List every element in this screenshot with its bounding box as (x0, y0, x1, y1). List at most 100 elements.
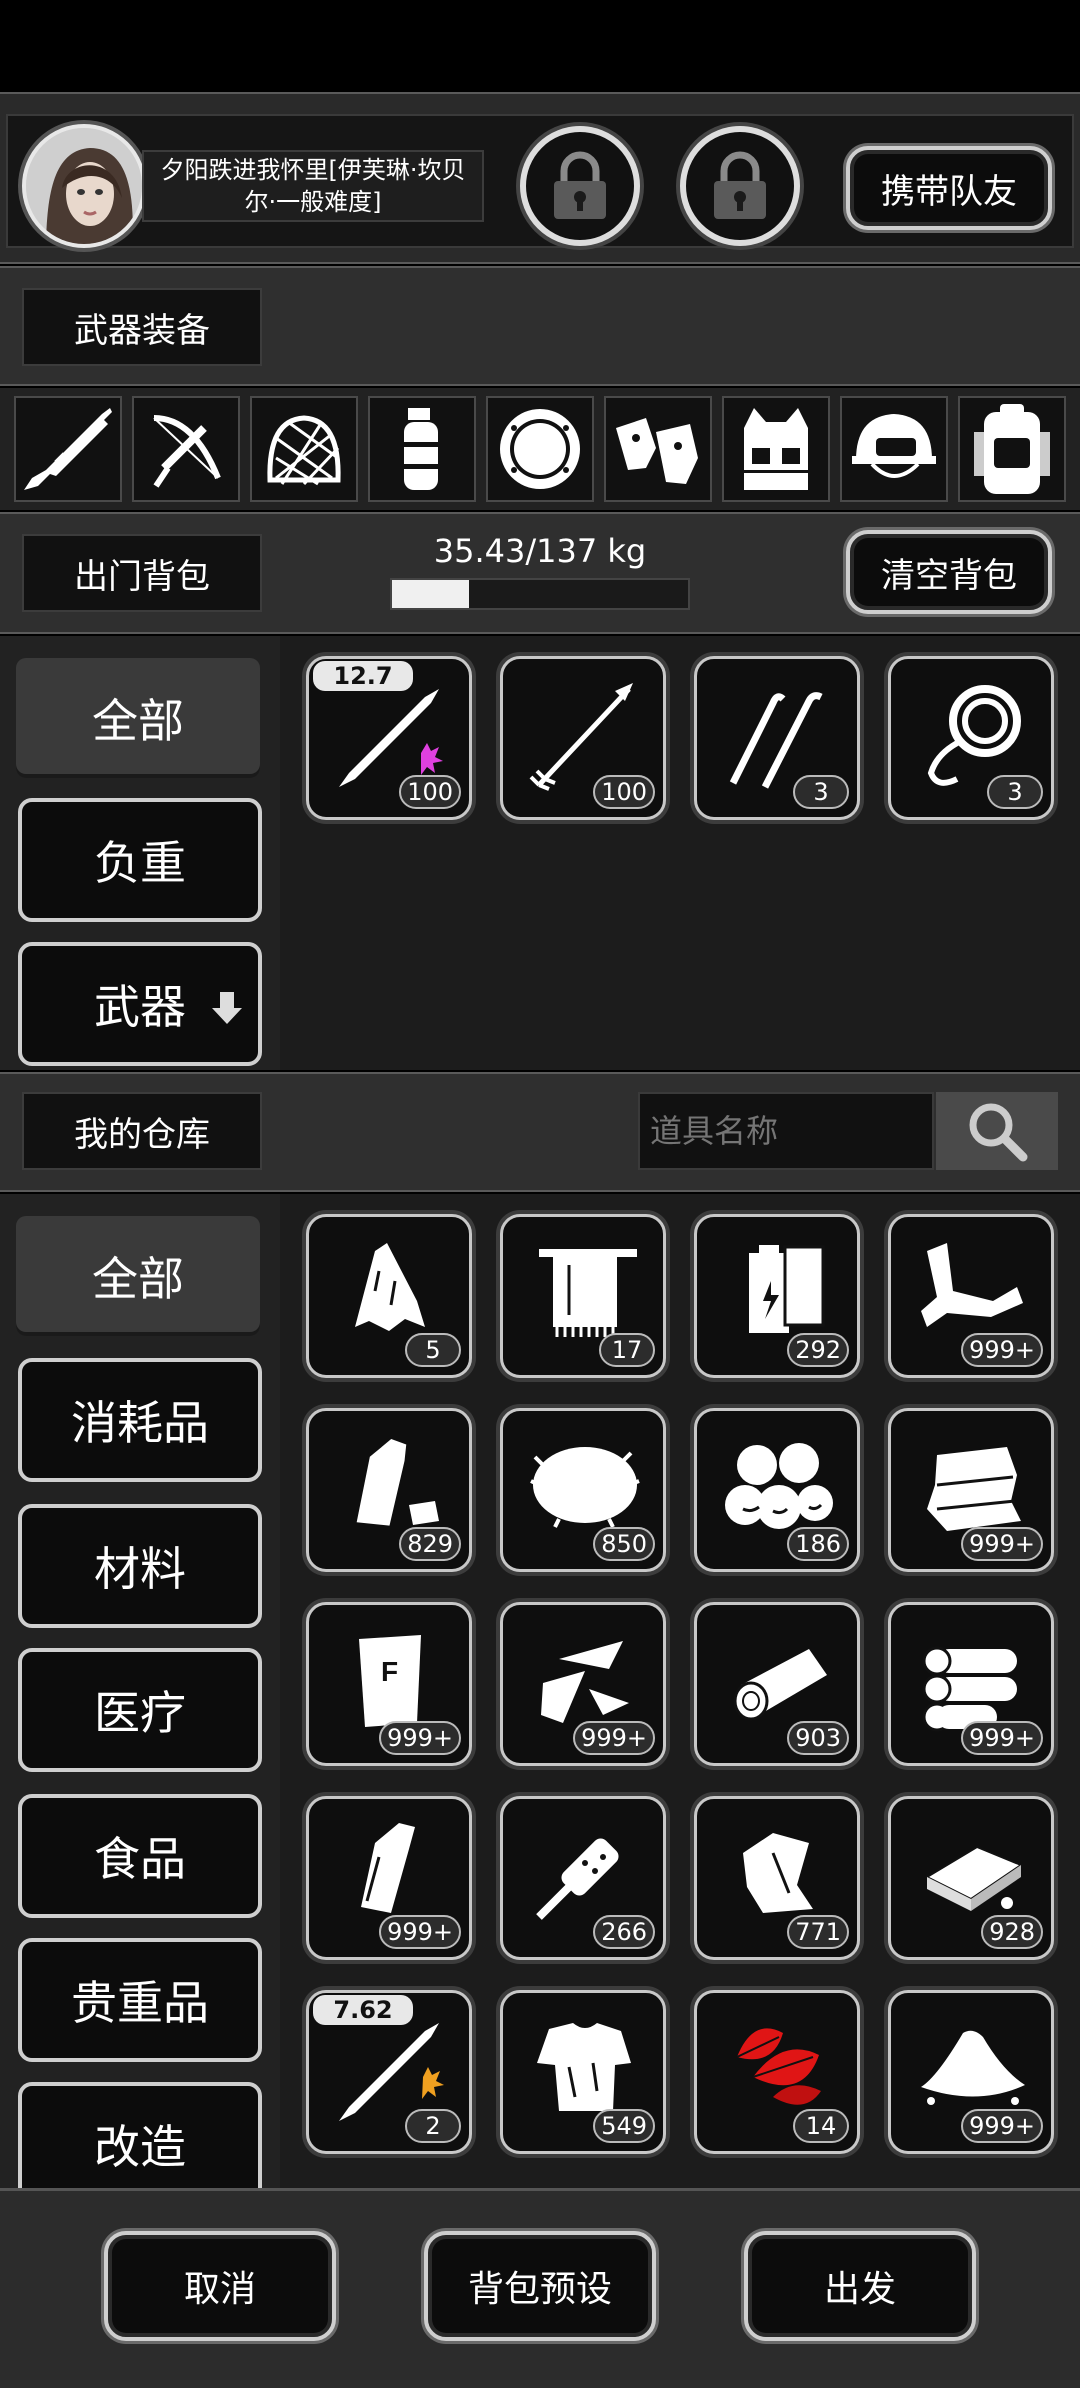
svg-text:F: F (381, 1656, 398, 1687)
clear-backpack-button[interactable]: 清空背包 (846, 530, 1052, 614)
warehouse-tab-medical[interactable]: 医疗 (18, 1648, 262, 1772)
item-count: 186 (787, 1527, 849, 1561)
caliber-label: 12.7 (313, 661, 413, 691)
item-count: 928 (981, 1915, 1043, 1949)
crossbow-slot[interactable] (132, 396, 240, 502)
depart-button[interactable]: 出发 (744, 2231, 976, 2341)
warehouse-item-10[interactable]: 999+ (500, 1602, 666, 1766)
warehouse-item-8[interactable]: 999+ (888, 1408, 1054, 1572)
backpack-tab-load[interactable]: 负重 (18, 798, 262, 922)
item-count: 3 (793, 775, 849, 809)
equipment-title: 武器装备 (22, 288, 262, 366)
item-search-input[interactable] (638, 1092, 934, 1170)
weight-bar-fill (392, 580, 469, 608)
player-name: 夕阳跌进我怀里[伊芙琳·坎贝尔·一般难度] (142, 150, 484, 222)
helmet-slot[interactable] (840, 396, 948, 502)
profile-panel: 夕阳跌进我怀里[伊芙琳·坎贝尔·一般难度] 携带队友 (0, 92, 1080, 264)
warehouse-item-5[interactable]: 829 (306, 1408, 472, 1572)
item-count: 14 (793, 2109, 849, 2143)
backpack-item-1[interactable]: 12.7 100 (306, 656, 472, 820)
warehouse-item-4[interactable]: 999+ (888, 1214, 1054, 1378)
backpack-icon (974, 404, 1050, 494)
warehouse-item-2[interactable]: 17 (500, 1214, 666, 1378)
carry-teammate-button[interactable]: 携带队友 (846, 146, 1052, 230)
warehouse-item-19[interactable]: 14 (694, 1990, 860, 2154)
item-count: 829 (399, 1527, 461, 1561)
backpack-preset-button[interactable]: 背包预设 (424, 2231, 656, 2341)
arrow-down-icon (212, 992, 242, 1024)
warehouse-body: 全部 消耗品 材料 医疗 食品 贵重品 改造 5 17 292 999+ 829… (0, 1194, 1080, 2188)
warehouse-tab-mods[interactable]: 改造 (18, 2082, 262, 2188)
footer-bar: 取消 背包预设 出发 (0, 2188, 1080, 2388)
weight-label: 35.43/137 kg (433, 532, 647, 570)
warehouse-category-list: 全部 消耗品 材料 医疗 食品 贵重品 改造 (0, 1194, 280, 2188)
backpack-item-4[interactable]: 3 (888, 656, 1054, 820)
item-count: 903 (787, 1721, 849, 1755)
warehouse-item-13[interactable]: 999+ (306, 1796, 472, 1960)
warehouse-item-3[interactable]: 292 (694, 1214, 860, 1378)
item-count: 999+ (961, 2109, 1043, 2143)
warehouse-item-15[interactable]: 771 (694, 1796, 860, 1960)
search-button[interactable] (936, 1092, 1058, 1170)
warehouse-item-9[interactable]: F 999+ (306, 1602, 472, 1766)
helmet-net-icon (267, 415, 341, 486)
warehouse-item-18[interactable]: 549 (500, 1990, 666, 2154)
helmet-net-slot[interactable] (250, 396, 358, 502)
backpack-category-list: 全部 负重 武器 (0, 636, 280, 1070)
warehouse-item-1[interactable]: 5 (306, 1214, 472, 1378)
vest-slot[interactable] (722, 396, 830, 502)
backpack-tab-all[interactable]: 全部 (16, 658, 260, 778)
lock-icon (554, 151, 606, 219)
backpack-header: 出门背包 35.43/137 kg 清空背包 (0, 512, 1080, 634)
item-count: 100 (593, 775, 655, 809)
avatar[interactable] (22, 124, 146, 248)
warehouse-item-14[interactable]: 266 (500, 1796, 666, 1960)
backpack-tab-weapons[interactable]: 武器 (18, 942, 262, 1066)
warehouse-item-12[interactable]: 999+ (888, 1602, 1054, 1766)
warehouse-tab-valuables[interactable]: 贵重品 (18, 1938, 262, 2062)
warehouse-item-17[interactable]: 7.62 2 (306, 1990, 472, 2154)
weight-bar (390, 578, 690, 610)
item-count: 999+ (961, 1333, 1043, 1367)
item-count: 100 (399, 775, 461, 809)
warehouse-item-20[interactable]: 999+ (888, 1990, 1054, 2154)
rifle-icon (24, 408, 112, 490)
gloves-icon (616, 418, 698, 484)
gloves-slot[interactable] (604, 396, 712, 502)
backpack-slot[interactable] (958, 396, 1066, 502)
item-count: 17 (599, 1333, 655, 1367)
item-count: 2 (405, 2109, 461, 2143)
warehouse-item-16[interactable]: 928 (888, 1796, 1054, 1960)
locked-teammate-slot-1[interactable] (520, 126, 640, 246)
warehouse-item-6[interactable]: 850 (500, 1408, 666, 1572)
backpack-item-2[interactable]: 100 (500, 656, 666, 820)
locked-teammate-slot-2[interactable] (680, 126, 800, 246)
grenade-slot[interactable] (368, 396, 476, 502)
warehouse-tab-all[interactable]: 全部 (16, 1216, 260, 1336)
grenade-icon (404, 408, 438, 490)
helmet-icon (852, 414, 936, 478)
item-count: 999+ (379, 1721, 461, 1755)
caliber-label: 7.62 (313, 1995, 413, 2025)
item-count: 549 (593, 2109, 655, 2143)
item-count: 850 (593, 1527, 655, 1561)
crossbow-icon (153, 415, 221, 488)
warehouse-tab-materials[interactable]: 材料 (18, 1504, 262, 1628)
item-count: 292 (787, 1333, 849, 1367)
search-icon (969, 1103, 1028, 1162)
lock-icon (714, 151, 766, 219)
warehouse-item-11[interactable]: 903 (694, 1602, 860, 1766)
backpack-tab-weapons-label: 武器 (94, 980, 186, 1034)
rifle-slot[interactable] (14, 396, 122, 502)
cancel-button[interactable]: 取消 (104, 2231, 336, 2341)
warehouse-tab-consumables[interactable]: 消耗品 (18, 1358, 262, 1482)
status-bar (0, 0, 1080, 92)
warehouse-item-7[interactable]: 186 (694, 1408, 860, 1572)
shield-slot[interactable] (486, 396, 594, 502)
equipment-header: 武器装备 (0, 266, 1080, 386)
backpack-item-3[interactable]: 3 (694, 656, 860, 820)
item-count: 5 (405, 1333, 461, 1367)
warehouse-title: 我的仓库 (22, 1092, 262, 1170)
warehouse-tab-food[interactable]: 食品 (18, 1794, 262, 1918)
item-count: 266 (593, 1915, 655, 1949)
